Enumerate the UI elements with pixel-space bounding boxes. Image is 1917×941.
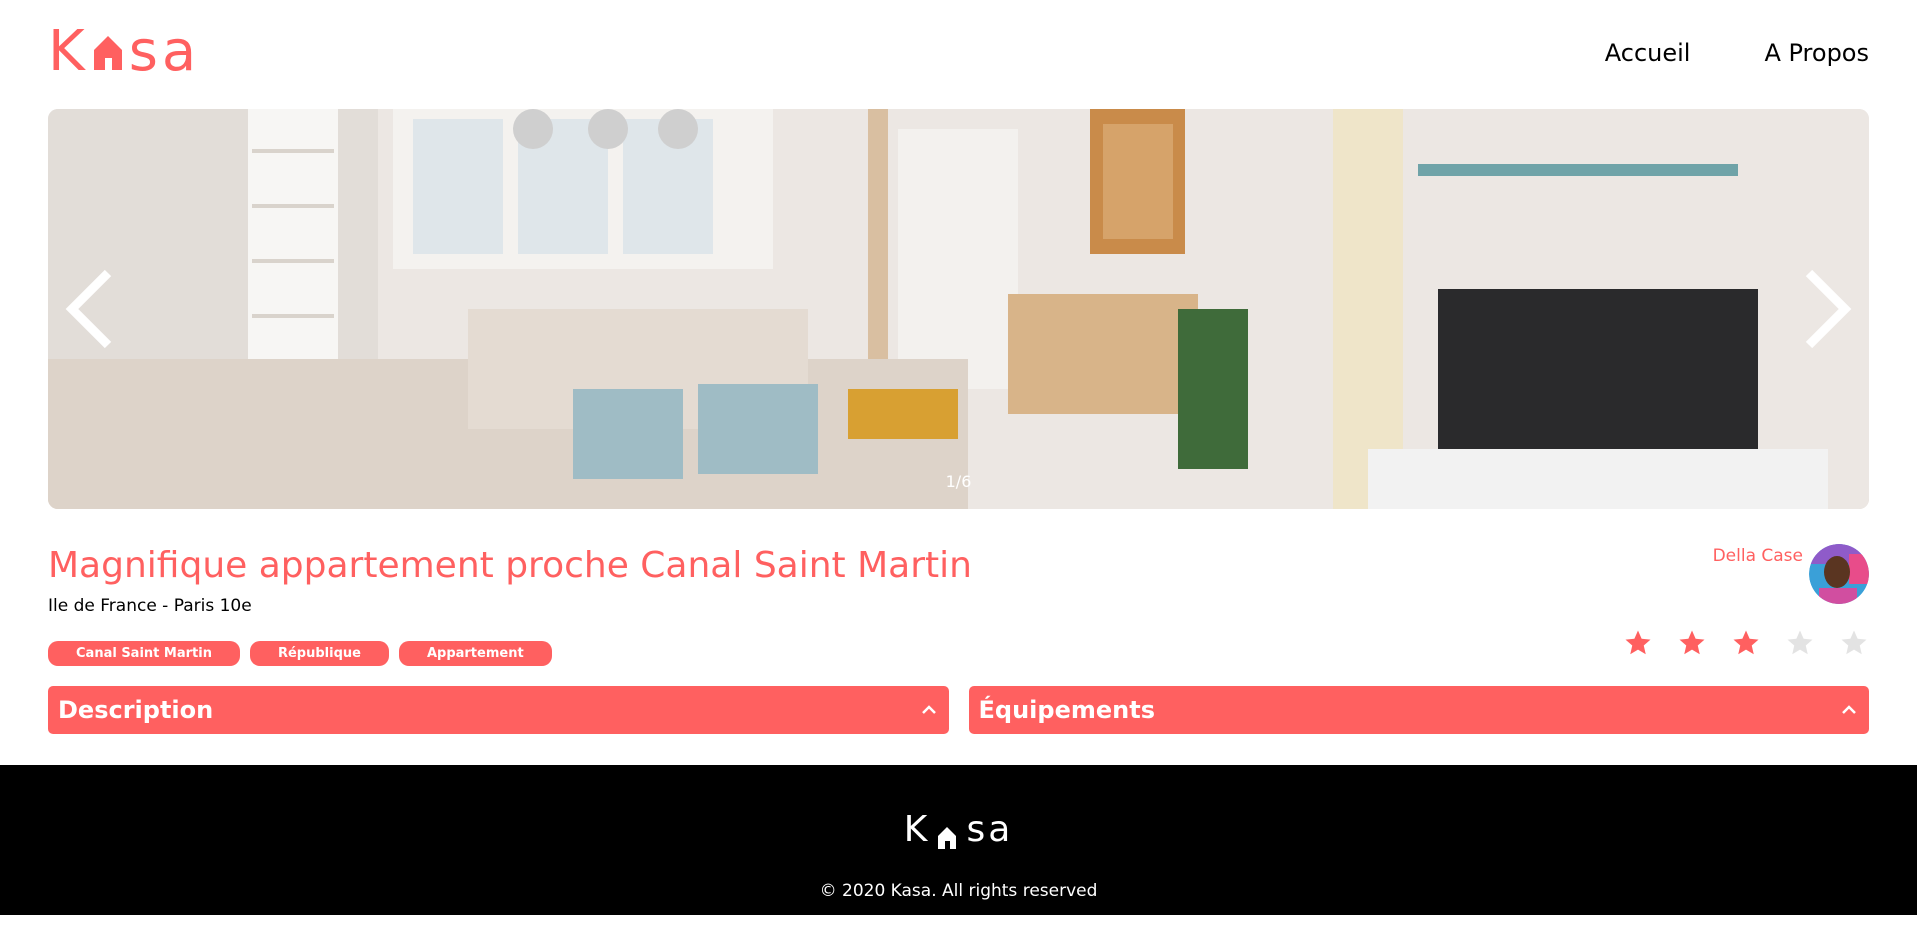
description-title: Description xyxy=(58,696,214,724)
nav-home-link[interactable]: Accueil xyxy=(1605,37,1691,69)
star-icon xyxy=(1625,630,1651,655)
living-room-photo xyxy=(48,109,1869,509)
footer-logo: K sa xyxy=(0,809,1917,850)
photo-carousel[interactable]: 1/6 xyxy=(48,109,1869,509)
description-collapse[interactable]: Description xyxy=(48,686,949,734)
main-nav: Accueil A Propos xyxy=(1605,37,1869,69)
star-icon xyxy=(1841,630,1867,655)
star-icon xyxy=(1787,630,1813,655)
house-icon xyxy=(93,36,122,70)
chevron-up-icon[interactable] xyxy=(1839,700,1859,720)
collapse-section: Description Équipements xyxy=(48,686,1869,734)
carousel-counter: 1/6 xyxy=(945,472,972,491)
star-icon xyxy=(1679,630,1705,655)
listing-title: Magnifique appartement proche Canal Sain… xyxy=(48,545,972,586)
tag: République xyxy=(249,641,389,666)
host-name: Della Case xyxy=(1712,546,1803,566)
chevron-up-icon[interactable] xyxy=(919,700,939,720)
house-icon xyxy=(938,826,957,849)
header: K sa Accueil A Propos xyxy=(0,0,1917,109)
listing-location: Ile de France - Paris 10e xyxy=(48,596,252,616)
carousel-prev-icon[interactable] xyxy=(56,269,136,349)
footer: K sa © 2020 Kasa. All rights reserved xyxy=(0,765,1917,915)
footer-logo-text-start: K xyxy=(903,809,931,850)
nav-about-link[interactable]: A Propos xyxy=(1764,37,1869,69)
footer-logo-text-end: sa xyxy=(966,809,1014,850)
logo-text-end: sa xyxy=(128,19,201,84)
kasa-logo[interactable]: K sa xyxy=(48,24,208,80)
equipment-collapse[interactable]: Équipements xyxy=(968,686,1869,734)
host-info: Della Case xyxy=(1713,544,1869,604)
tag: Canal Saint Martin xyxy=(48,641,240,666)
tag-list: Canal Saint Martin République Appartemen… xyxy=(48,641,552,666)
rating-stars xyxy=(1623,628,1869,658)
tag: Appartement xyxy=(398,641,552,666)
carousel-next-icon[interactable] xyxy=(1781,269,1861,349)
equipment-title: Équipements xyxy=(978,696,1155,724)
star-icon xyxy=(1733,630,1759,655)
host-avatar xyxy=(1809,544,1869,604)
copyright-text: © 2020 Kasa. All rights reserved xyxy=(819,881,1098,901)
logo-text-start: K xyxy=(48,19,89,84)
